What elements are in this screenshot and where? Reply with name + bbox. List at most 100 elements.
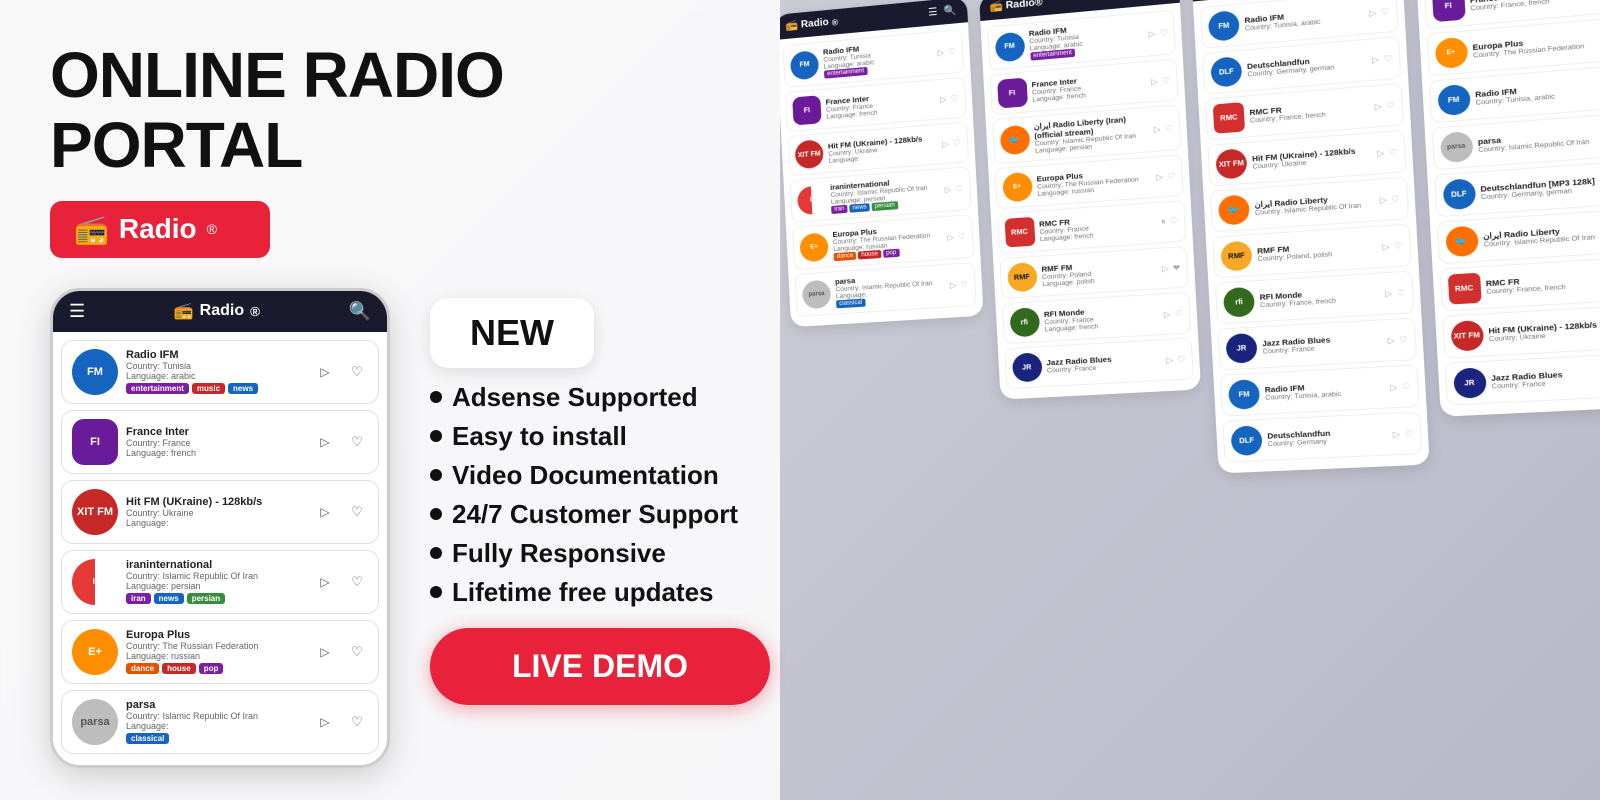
heart-icon[interactable]: ♡ — [950, 93, 958, 103]
tag-news: news — [154, 593, 184, 604]
play-icon[interactable]: ▷ — [1382, 241, 1389, 251]
heart-icon[interactable]: ♡ — [1177, 354, 1185, 364]
heart-icon[interactable]: ♡ — [1165, 123, 1173, 133]
play-icon[interactable]: ▷ — [1151, 76, 1158, 86]
bullet-icon — [430, 430, 442, 442]
play-icon[interactable]: ▷ — [1387, 335, 1395, 345]
play-icon[interactable]: ▷ — [947, 233, 954, 243]
heart-icon[interactable]: ♡ — [1381, 6, 1390, 16]
feature-item-video: Video Documentation — [430, 460, 770, 491]
station-info: Deutschlandfun [MP3 128k] Country: Germa… — [1480, 175, 1600, 201]
phone-search-icon[interactable]: 🔍 — [349, 301, 371, 322]
heart-icon[interactable]: ♡ — [1170, 216, 1178, 227]
favorite-button[interactable]: ♡ — [346, 641, 368, 663]
station-row: XIT FM Hit FM (UKraine) - 128kb/s Countr… — [1442, 304, 1600, 359]
radio-logo-text: Radio — [119, 213, 197, 245]
play-button[interactable]: ▷ — [314, 571, 336, 593]
heart-icon[interactable]: ♡ — [1389, 147, 1398, 157]
station-info: Radio IFM Country: Tunisia Language: ara… — [823, 38, 934, 79]
station-logo-iran: II — [72, 559, 118, 605]
heart-icon[interactable]: ♡ — [1399, 334, 1408, 344]
play-icon[interactable]: ▷ — [940, 94, 947, 104]
play-icon[interactable]: ▷ — [942, 139, 949, 149]
heart-icon[interactable]: ♡ — [1383, 53, 1392, 63]
play-icon[interactable]: ▷ — [1390, 382, 1398, 392]
heart-icon[interactable]: ♡ — [1162, 75, 1170, 85]
heart-icon[interactable]: ♡ — [1404, 428, 1413, 438]
card-actions: ▷ ♡ — [314, 501, 368, 523]
play-icon[interactable]: ▷ — [1393, 429, 1401, 439]
favorite-button[interactable]: ♡ — [346, 431, 368, 453]
favorite-button[interactable]: ♡ — [346, 501, 368, 523]
phone-menu-icon[interactable]: ☰ — [69, 301, 85, 322]
station-logo: JR — [1011, 352, 1042, 382]
heart-icon[interactable]: ♡ — [960, 280, 968, 290]
station-info: Europa Plus Country: The Russian Federat… — [126, 629, 306, 674]
station-info: ایران Radio Liberty (Iran) (official str… — [1034, 113, 1150, 155]
heart-icon[interactable]: ♡ — [1402, 381, 1411, 391]
station-country: Country: Tunisia — [126, 361, 306, 371]
play-icon[interactable]: ▷ — [1372, 54, 1379, 64]
heart-icon[interactable]: ♡ — [948, 47, 956, 57]
play-icon[interactable]: ▷ — [945, 185, 952, 195]
play-icon[interactable]: ▷ — [1377, 148, 1384, 158]
play-icon[interactable]: ▷ — [1369, 8, 1376, 18]
heart-icon[interactable]: ❤ — [1173, 262, 1181, 272]
heart-icon[interactable]: ♡ — [1159, 28, 1167, 38]
station-tags: classical — [126, 733, 306, 744]
heart-icon[interactable]: ♡ — [1396, 287, 1405, 297]
station-tags: entertainment music news — [126, 383, 306, 394]
heart-icon[interactable]: ♡ — [1391, 194, 1400, 204]
station-logo: rfi — [1009, 307, 1040, 337]
heart-icon[interactable]: ♡ — [958, 232, 966, 242]
station-row: II iraninternational Country: Islamic Re… — [789, 166, 971, 223]
heart-icon[interactable]: ♡ — [1175, 308, 1183, 318]
app-logo-text: Radio — [801, 17, 829, 31]
heart-icon[interactable]: ♡ — [1386, 100, 1395, 110]
play-button[interactable]: ▷ — [314, 641, 336, 663]
station-logo: FI — [997, 78, 1028, 109]
phone-radio-icon: 📻 — [174, 301, 194, 321]
station-actions: ▷ ♡ — [1154, 123, 1173, 134]
station-tags: iran news persian — [126, 593, 306, 604]
station-info: Jazz Radio Blues Country: France — [1046, 352, 1161, 375]
heart-icon[interactable]: ♡ — [955, 184, 963, 194]
play-icon[interactable]: ▷ — [1148, 29, 1155, 39]
play-icon[interactable]: ▷ — [1385, 288, 1393, 298]
play-button[interactable]: ▷ — [314, 361, 336, 383]
play-button[interactable]: ▷ — [314, 711, 336, 733]
station-logo: XIT FM — [794, 139, 824, 169]
phone-station-row: XIT FM Hit FM (UKraine) - 128kb/s Countr… — [61, 480, 379, 544]
play-icon[interactable]: ▷ — [1374, 101, 1381, 111]
play-icon[interactable]: ▷ — [1164, 309, 1171, 319]
station-actions: ▷ ♡ — [1377, 147, 1397, 158]
play-icon[interactable]: ▷ — [1162, 263, 1169, 273]
play-icon[interactable]: ▷ — [937, 48, 944, 58]
live-demo-button[interactable]: LIVE DEMO — [430, 628, 770, 705]
card-actions: ▷ ♡ — [314, 571, 368, 593]
play-icon[interactable]: ▷ — [1380, 195, 1387, 205]
app-body-3: FM Radio IFM Country: Tunisia, arabic ▷ … — [1193, 0, 1429, 473]
station-row: rfi RFI Monde Country: France, french ▷ … — [1215, 270, 1414, 324]
station-row: JR Jazz Radio Blues Country: France ▷ ♡ — [1444, 352, 1600, 406]
play-icon[interactable]: ▷ — [1154, 124, 1161, 134]
tag-classical: classical — [126, 733, 169, 744]
play-icon[interactable]: ▷ — [1166, 355, 1173, 365]
radio-logo-button[interactable]: 📻 Radio ® — [50, 201, 270, 258]
station-info: RMC FR Country: France, french — [1249, 98, 1369, 124]
play-icon[interactable]: ▷ — [950, 281, 957, 291]
favorite-button[interactable]: ♡ — [346, 711, 368, 733]
station-info: RFI Monde Country: France, french — [1259, 285, 1380, 309]
play-icon[interactable]: ▷ — [1156, 172, 1163, 182]
heart-icon[interactable]: ♡ — [1167, 171, 1175, 181]
heart-icon[interactable]: ♡ — [1394, 241, 1403, 251]
station-info: iraninternational Country: Islamic Repub… — [126, 559, 306, 604]
favorite-button[interactable]: ♡ — [346, 571, 368, 593]
feature-label: Fully Responsive — [452, 538, 666, 569]
play-button[interactable]: ▷ — [314, 431, 336, 453]
pause-icon[interactable]: ⏸ — [1161, 217, 1166, 228]
heart-icon[interactable]: ♡ — [953, 138, 961, 148]
menu-icon: ☰ — [928, 7, 938, 19]
favorite-button[interactable]: ♡ — [346, 361, 368, 383]
play-button[interactable]: ▷ — [314, 501, 336, 523]
